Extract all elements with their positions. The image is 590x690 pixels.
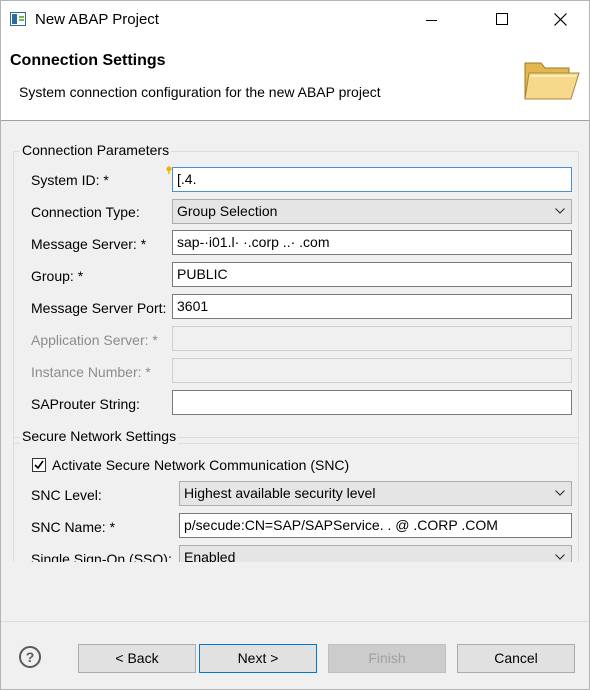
cancel-button[interactable]: Cancel [457,644,575,673]
connection-parameters-group: Connection Parameters System ID: * [.4. … [13,142,579,444]
wizard-content: Connection Parameters System ID: * [.4. … [1,122,589,562]
message-server-label: Message Server: * [31,236,147,252]
minimize-icon [426,20,437,21]
activate-snc-label[interactable]: Activate Secure Network Communication (S… [52,457,349,473]
maximize-button[interactable] [479,1,525,39]
page-title: Connection Settings [10,52,166,69]
message-server-port-input[interactable]: 3601 [172,294,572,319]
saprouter-string-label: SAProuter String: [31,396,140,412]
title-bar: New ABAP Project [1,1,589,39]
connection-type-value: Group Selection [177,203,278,219]
wizard-header: Connection Settings System connection co… [1,39,589,121]
group-input[interactable]: PUBLIC [172,262,572,287]
close-button[interactable] [537,1,583,39]
instance-number-input [172,358,572,383]
snc-level-select[interactable]: Highest available security level [179,481,572,506]
connection-parameters-legend: Connection Parameters [20,142,172,158]
message-server-input[interactable]: sap-·i01.l· ·.corp ..· .com [172,230,572,255]
checkmark-icon [34,460,44,470]
app-icon [10,12,26,26]
message-server-port-label: Message Server Port: [31,300,167,316]
wizard-footer: ? < Back Next > Finish Cancel [1,621,589,689]
application-server-label: Application Server: * [31,332,158,348]
dialog-window: New ABAP Project Connection Settings Sys… [0,0,590,690]
next-button[interactable]: Next > [199,644,317,673]
instance-number-label: Instance Number: * [31,364,151,380]
sso-value: Enabled [184,549,236,562]
secure-network-legend: Secure Network Settings [20,428,179,444]
snc-level-label: SNC Level: [31,487,102,503]
activate-snc-checkbox[interactable] [32,458,46,472]
sso-label: Single Sign-On (SSO): [31,551,172,562]
snc-level-value: Highest available security level [184,485,376,501]
help-icon[interactable]: ? [19,646,41,668]
close-icon [554,13,567,26]
group-label: Group: * [31,268,84,284]
connection-type-select[interactable]: Group Selection [172,199,572,224]
application-server-input [172,326,572,351]
connection-type-label: Connection Type: [31,204,140,220]
maximize-icon [496,13,508,25]
sso-select[interactable]: Enabled [179,545,572,562]
snc-name-label: SNC Name: * [31,519,116,535]
back-button[interactable]: < Back [78,644,196,673]
window-title: New ABAP Project [35,11,159,28]
chevron-down-icon [555,554,565,560]
chevron-down-icon [555,208,565,214]
system-id-input[interactable]: [.4. [172,167,572,192]
folder-icon [524,62,580,100]
snc-name-input[interactable]: p/secude:CN=SAP/SAPService. . @ .CORP .C… [179,513,572,538]
secure-network-group: Secure Network Settings Activate Secure … [13,428,579,562]
chevron-down-icon [555,490,565,496]
minimize-button[interactable] [409,1,455,39]
system-id-label: System ID: * [31,172,109,188]
page-description: System connection configuration for the … [19,84,381,100]
finish-button: Finish [328,644,446,673]
saprouter-string-input[interactable] [172,390,572,415]
